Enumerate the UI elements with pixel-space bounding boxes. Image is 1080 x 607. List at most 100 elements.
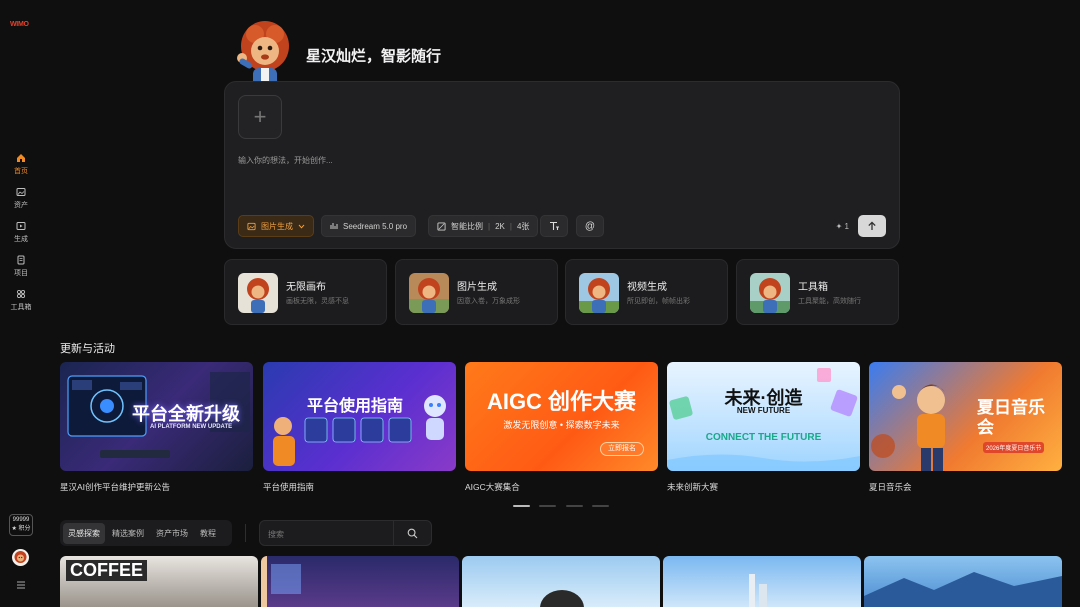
grid-icon — [16, 289, 26, 299]
tab-tutorials[interactable]: 教程 — [195, 523, 221, 544]
sparkle-icon: ✦ — [835, 222, 843, 231]
gallery-illustration — [864, 572, 1062, 607]
model-select[interactable]: Seedream 5.0 pro — [321, 215, 417, 237]
image-gen-thumbnail — [409, 273, 449, 313]
banner-subline: 2026年度夏日音乐节 — [983, 442, 1045, 453]
at-icon: @ — [584, 220, 596, 232]
banner-caption[interactable]: 星汉AI创作平台维护更新公告 — [60, 481, 170, 493]
separator: | — [509, 221, 512, 231]
menu-icon[interactable] — [15, 580, 27, 590]
video-gen-thumbnail — [579, 273, 619, 313]
banner-caption[interactable]: 平台使用指南 — [263, 481, 314, 493]
gallery-item[interactable] — [663, 556, 861, 607]
points-badge[interactable]: 99999 ★ 积分 — [9, 514, 33, 536]
upload-reference-button[interactable]: + — [238, 95, 282, 139]
tab-inspiration[interactable]: 灵感探索 — [63, 522, 105, 544]
points-value: 99999 — [12, 517, 30, 523]
cost-indicator: ✦ 1 — [836, 222, 849, 231]
play-icon — [16, 222, 26, 230]
gallery-item[interactable]: COFFEE — [60, 556, 258, 607]
feature-card-video-gen[interactable]: 视频生成 所见即创，帧帧出彩 — [565, 259, 728, 325]
plus-icon: + — [253, 104, 267, 129]
feature-card-image-gen[interactable]: 图片生成 因意入卷，万象成形 — [395, 259, 558, 325]
sidebar-item-home[interactable]: 首页 — [0, 153, 42, 176]
banner-headline: 夏日音乐会 — [977, 398, 1045, 437]
banner-caption[interactable]: 夏日音乐会 — [869, 481, 912, 493]
gallery-item-label: COFFEE — [66, 560, 148, 581]
sidebar-item-assets[interactable]: 资产 — [0, 187, 42, 210]
sidebar: WIMO 首页 资产 生成 项目 工具箱 99999 ★ 积分 — [0, 0, 42, 607]
search-input[interactable]: 搜索 — [268, 529, 284, 540]
feature-card-toolbox[interactable]: 工具箱 工具聚能，高效随行 — [736, 259, 899, 325]
register-button[interactable]: 立即报名 — [600, 442, 644, 456]
carousel-dot[interactable] — [513, 505, 530, 507]
banner-usage-guide[interactable]: 平台使用指南 — [263, 362, 456, 471]
mode-select[interactable]: 图片生成 — [238, 215, 314, 237]
sidebar-item-projects[interactable]: 项目 — [0, 255, 42, 278]
carousel-dot[interactable] — [592, 505, 609, 507]
banner-subline: 激发无限创意 • 探索数字未来 — [503, 420, 620, 430]
prompt-input[interactable]: 输入你的想法，开始创作... — [238, 155, 333, 166]
search-box: 搜索 — [259, 520, 432, 546]
points-label: ★ 积分 — [11, 526, 31, 532]
banner-illustration — [667, 368, 860, 471]
carousel-dot[interactable] — [539, 505, 556, 507]
feature-title: 无限画布 — [286, 282, 326, 293]
banner-summer-concert[interactable]: 夏日音乐会 2026年度夏日音乐节 — [869, 362, 1062, 471]
ratio-select[interactable]: 智能比例 | 2K | 4张 — [428, 215, 539, 237]
sidebar-item-toolbox[interactable]: 工具箱 — [0, 289, 42, 312]
banner-caption[interactable]: AIGC大赛集合 — [465, 481, 520, 493]
app-logo[interactable]: WIMO — [10, 21, 29, 28]
text-style-button[interactable] — [540, 215, 568, 237]
gallery-illustration — [749, 574, 767, 607]
search-icon — [407, 528, 418, 538]
mention-button[interactable]: @ — [576, 215, 604, 237]
prompt-panel: + 输入你的想法，开始创作... 图片生成 Seedream 5.0 pro 智… — [224, 81, 900, 249]
send-button[interactable] — [858, 215, 886, 237]
arrow-up-icon — [868, 221, 876, 230]
feature-card-canvas[interactable]: 无限画布 画板无限，灵感不息 — [224, 259, 387, 325]
chevron-down-icon — [298, 224, 305, 229]
sidebar-item-label: 首页 — [14, 168, 28, 175]
banner-subline-2: CONNECT THE FUTURE — [705, 432, 822, 443]
carousel-dot[interactable] — [566, 505, 583, 507]
gallery-item[interactable] — [261, 556, 459, 607]
hero-title: 星汉灿烂，智影随行 — [306, 48, 442, 65]
banner-future-contest[interactable]: 未来·创造 NEW FUTURE CONNECT THE FUTURE — [667, 362, 860, 471]
banner-caption[interactable]: 未来创新大赛 — [667, 481, 718, 493]
divider — [245, 524, 246, 542]
section-title-updates: 更新与活动 — [60, 343, 115, 355]
cost-value: 1 — [844, 222, 849, 231]
sidebar-item-label: 资产 — [14, 202, 28, 209]
sidebar-item-generate[interactable]: 生成 — [0, 221, 42, 244]
feature-title: 工具箱 — [798, 282, 828, 293]
sidebar-item-label: 工具箱 — [10, 304, 32, 311]
gallery-item[interactable] — [864, 556, 1062, 607]
model-label: Seedream 5.0 pro — [343, 221, 408, 231]
banner-illustration — [273, 395, 446, 466]
avatar[interactable] — [12, 549, 29, 566]
banner-subline: NEW FUTURE — [736, 406, 791, 415]
text-format-icon — [549, 221, 559, 230]
count-label: 4张 — [516, 221, 530, 231]
separator: | — [488, 221, 491, 231]
tab-asset-market[interactable]: 资产市场 — [151, 523, 193, 544]
tab-featured[interactable]: 精选案例 — [107, 523, 149, 544]
toolbox-thumbnail — [750, 273, 790, 313]
gallery-item[interactable] — [462, 556, 660, 607]
banner-headline: AIGC 创作大赛 — [486, 389, 637, 414]
banner-aigc-contest[interactable]: AIGC 创作大赛 激发无限创意 • 探索数字未来 立即报名 — [465, 362, 658, 471]
gallery-illustration — [540, 590, 584, 607]
resolution-label: 2K — [495, 221, 505, 231]
feature-subtitle: 画板无限，灵感不息 — [286, 298, 349, 305]
aspect-ratio-icon — [437, 221, 446, 231]
feature-title: 视频生成 — [627, 282, 667, 293]
canvas-thumbnail — [238, 273, 278, 313]
image-icon — [247, 222, 256, 230]
search-button[interactable] — [393, 521, 431, 545]
home-icon — [17, 154, 25, 162]
mascot-avatar-icon — [14, 551, 27, 563]
banner-platform-update[interactable]: 平台全新升级 AI PLATFORM NEW UPDATE — [60, 362, 253, 471]
banner-headline: 平台全新升级 — [132, 404, 240, 424]
explore-tabs: 灵感探索 精选案例 资产市场 教程 — [60, 520, 232, 546]
